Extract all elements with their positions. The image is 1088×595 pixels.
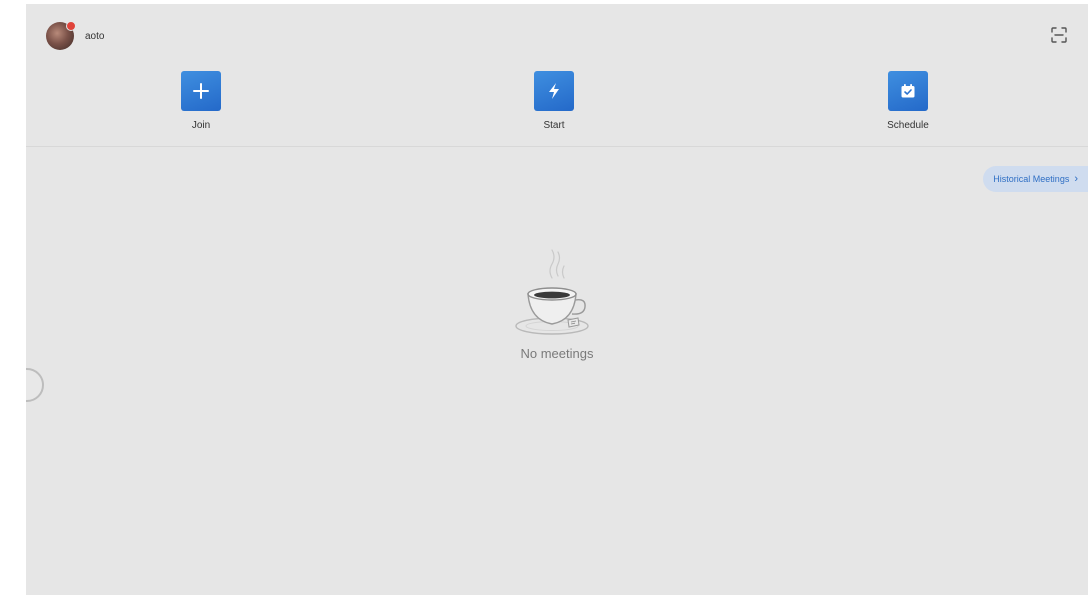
chevron-right-icon: › <box>1074 173 1078 185</box>
avatar[interactable] <box>46 21 76 50</box>
schedule-label: Schedule <box>887 120 929 131</box>
lightning-icon <box>549 83 559 99</box>
start-label: Start <box>543 120 565 131</box>
join-label: Join <box>191 120 211 131</box>
historical-meetings-label: Historical Meetings <box>993 174 1070 184</box>
plus-icon <box>193 83 209 99</box>
join-button[interactable]: Join <box>161 71 241 131</box>
no-meetings-text: No meetings <box>520 346 594 361</box>
historical-meetings-button[interactable]: Historical Meetings › <box>983 166 1088 192</box>
schedule-button[interactable]: Schedule <box>868 71 948 131</box>
user-profile[interactable]: aoto <box>46 21 105 50</box>
left-margin <box>0 0 26 595</box>
empty-state: No meetings <box>493 242 621 361</box>
username: aoto <box>85 30 105 42</box>
meeting-home-screen: aoto Join Start Schedule Historical Meet… <box>26 4 1088 595</box>
schedule-tile[interactable] <box>888 71 928 111</box>
floating-side-handle[interactable] <box>26 368 44 402</box>
calendar-check-icon <box>901 84 915 98</box>
join-tile[interactable] <box>181 71 221 111</box>
coffee-cup-icon <box>515 249 589 335</box>
header-divider <box>26 146 1088 147</box>
start-button[interactable]: Start <box>514 71 594 131</box>
fullscreen-icon[interactable] <box>1050 26 1068 44</box>
start-tile[interactable] <box>534 71 574 111</box>
notification-dot <box>66 21 76 31</box>
